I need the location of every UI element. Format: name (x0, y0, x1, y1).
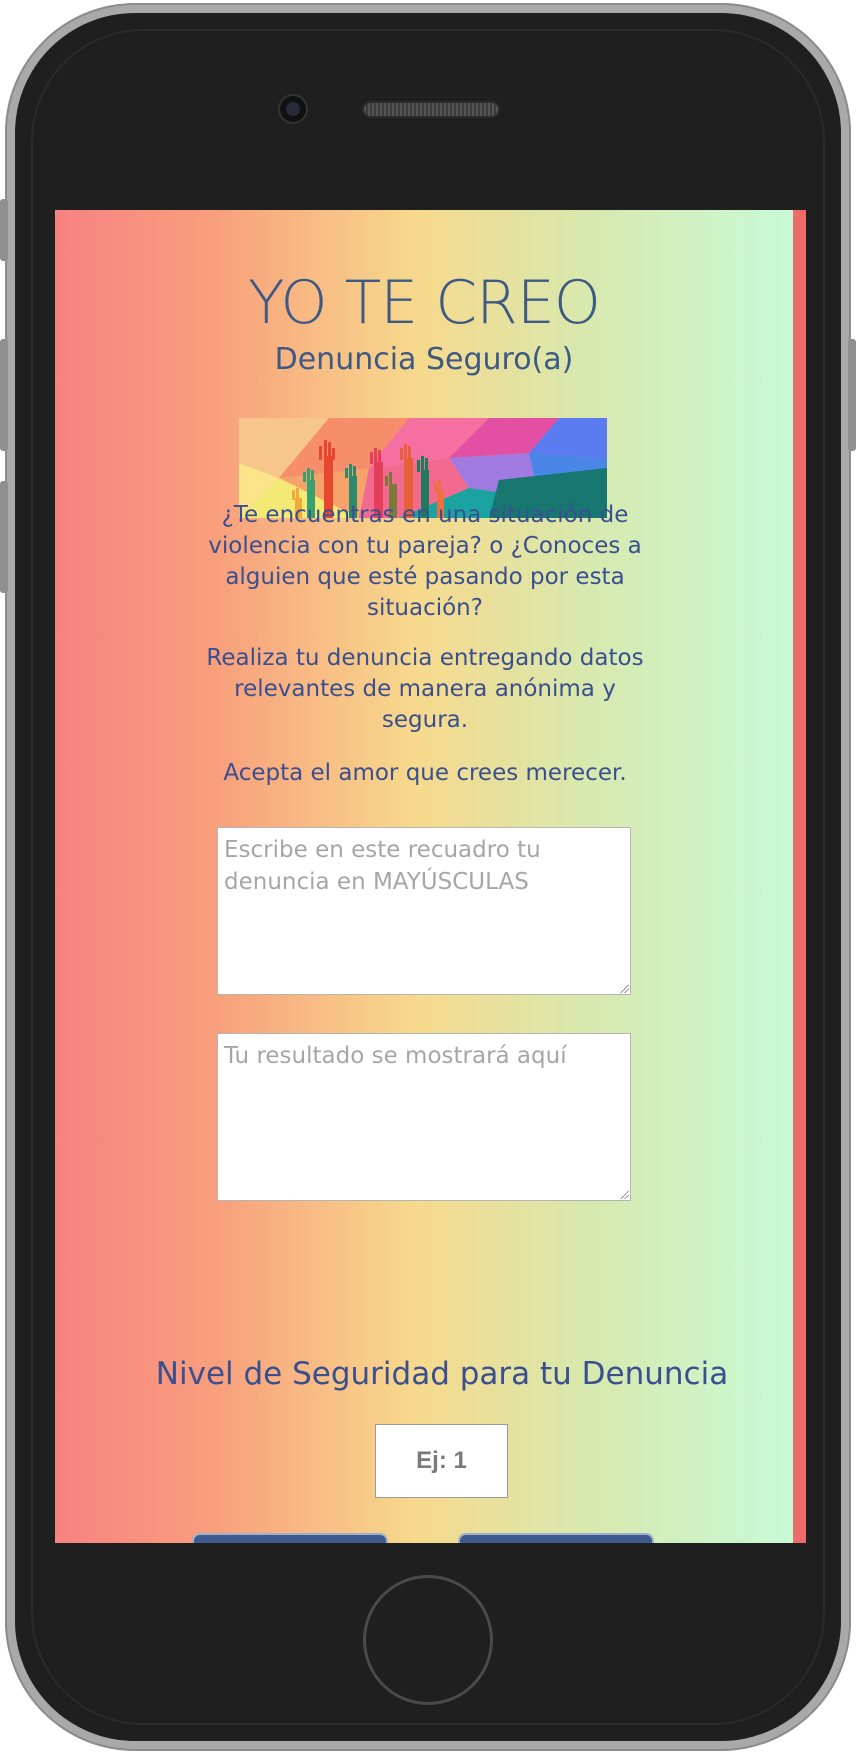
security-level-input[interactable] (375, 1424, 508, 1498)
volume-up-button (0, 339, 8, 451)
scrollbar[interactable] (793, 210, 806, 1543)
intro-instruction: Realiza tu denuncia entregando datos rel… (206, 645, 644, 733)
speaker-grille-icon (364, 103, 498, 116)
complaint-input[interactable] (217, 827, 631, 995)
intro-motto: Acepta el amor que crees merecer. (223, 760, 627, 786)
silent-switch (0, 199, 8, 261)
result-output[interactable] (217, 1033, 631, 1201)
intro-question: ¿Te encuentras en una situación de viole… (208, 502, 642, 621)
app-title: YO TE CREO (247, 268, 601, 338)
home-button-icon[interactable] (363, 1575, 493, 1705)
security-level-label: Nivel de Seguridad para tu Denuncia (155, 1356, 729, 1392)
app-subtitle: Denuncia Seguro(a) (274, 342, 574, 377)
action-button-right[interactable] (458, 1533, 654, 1543)
action-button-left[interactable] (192, 1533, 388, 1543)
power-button (848, 339, 856, 451)
front-camera-icon (280, 96, 306, 122)
app-screen: YO TE CREO Denuncia Seguro(a) ¿Te encuen… (55, 210, 806, 1543)
volume-down-button (0, 481, 8, 593)
